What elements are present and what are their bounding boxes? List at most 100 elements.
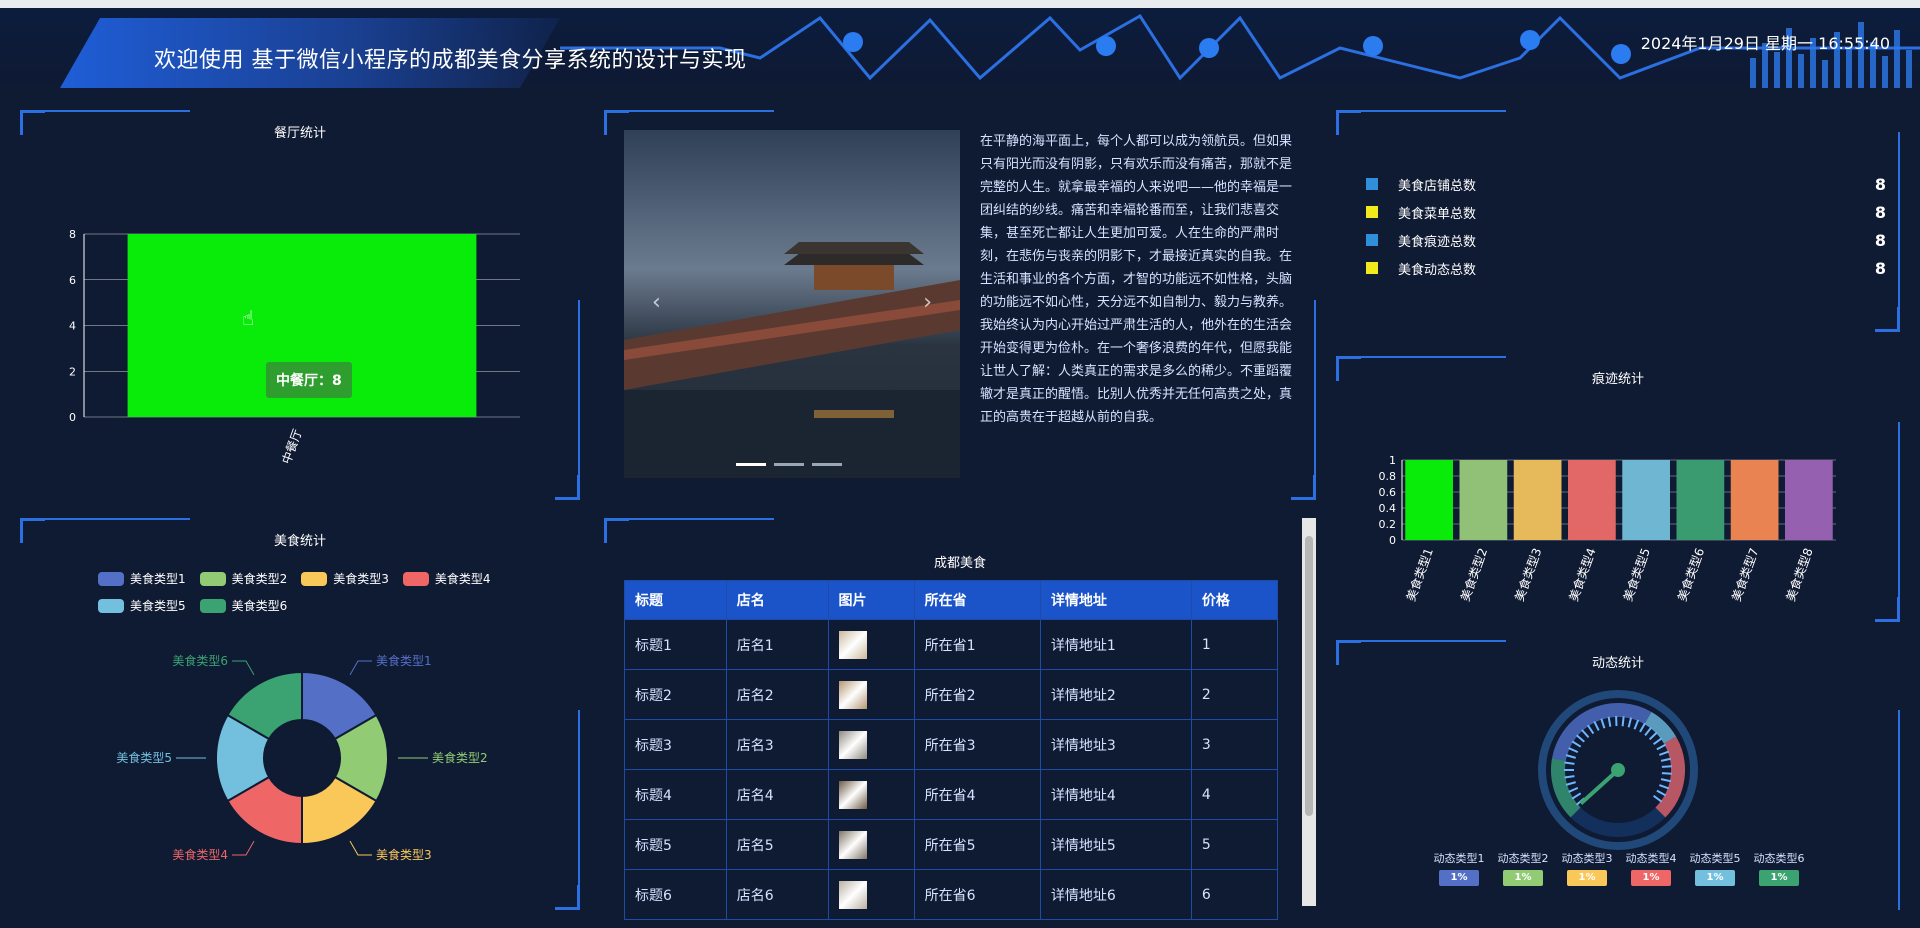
- gauge-legend-label: 动态类型1: [1433, 852, 1485, 865]
- gauge-tick: [1659, 750, 1670, 756]
- table-cell: 详情地址6: [1039, 869, 1192, 920]
- food-thumbnail[interactable]: [838, 730, 867, 759]
- food-thumbnail[interactable]: [838, 780, 867, 809]
- bar: [1730, 460, 1779, 540]
- cursor-hand-icon: ☝: [242, 306, 255, 330]
- table-header-row: 标题 店名 图片 所在省 详情地址 价格: [624, 580, 1279, 620]
- gauge-segment: [1552, 703, 1652, 762]
- carousel-next-icon[interactable]: ›: [923, 290, 932, 315]
- slice-label: 美食类型3: [376, 847, 432, 862]
- x-tick-label: 中餐厅: [278, 427, 304, 466]
- label-line: [349, 840, 372, 856]
- totals-list: 美食店铺总数 8 美食菜单总数 8 美食痕迹总数 8 美食动态总数 8: [1366, 170, 1886, 282]
- gauge-value-pill: 1%: [1503, 870, 1543, 886]
- table-row[interactable]: 标题3 店名3 所在省3 详情地址3 3: [624, 719, 1279, 770]
- gauge-tick: [1660, 757, 1672, 762]
- table-cell: 详情地址4: [1039, 769, 1192, 820]
- gauge-tick: [1564, 775, 1575, 779]
- table-cell: 店名1: [725, 619, 829, 670]
- gauge-tick: [1607, 716, 1612, 727]
- gauge-legend-item: 动态类型1 1%: [1432, 850, 1486, 886]
- carousel-panel: ‹ › 在平静的海平面上，每个人都可以成为领航员。但如果只有阳光而没有阴影，只有…: [604, 110, 1316, 500]
- table-cell: 标题4: [624, 769, 727, 820]
- column-header: 详情地址: [1039, 580, 1192, 620]
- chart-tooltip: 中餐厅：8: [266, 362, 352, 398]
- carousel-image[interactable]: ‹ ›: [624, 130, 960, 478]
- carousel-dot[interactable]: [736, 463, 766, 466]
- gauge-tick: [1568, 786, 1579, 793]
- total-row: 美食店铺总数 8: [1366, 170, 1886, 198]
- table-panel: 成都美食 标题 店名 图片 所在省 详情地址 价格 标题1 店名1 所在省1 详情地址1 1 标题2…: [604, 518, 1316, 920]
- carousel-dot[interactable]: [812, 463, 842, 466]
- total-color-marker: [1366, 262, 1378, 274]
- gauge-tick: [1639, 722, 1646, 733]
- food-thumbnail[interactable]: [838, 680, 867, 709]
- gauge-tick: [1571, 792, 1582, 800]
- table-cell: 4: [1190, 769, 1279, 820]
- food-panel: 美食统计 美食类型1 美食类型2 美食类型3 美食类型4 美食类型5 美食类型6 美食类型…: [20, 518, 580, 910]
- y-tick-label: 0.2: [1379, 518, 1397, 531]
- x-tick-label: 美食类型7: [1728, 546, 1761, 603]
- gauge-tick: [1659, 784, 1670, 790]
- column-header: 标题: [624, 580, 727, 620]
- food-thumbnail[interactable]: [838, 880, 867, 909]
- frame-line: [604, 110, 774, 112]
- gauge-tick: [1564, 761, 1575, 765]
- food-chart: 美食类型1 美食类型2 美食类型3 美食类型4 美食类型5 美食类型6: [116, 653, 487, 862]
- carousel-dot[interactable]: [774, 463, 804, 466]
- image-cell: [827, 719, 915, 770]
- label-line: [232, 840, 255, 856]
- total-value: 8: [1874, 174, 1886, 194]
- gauge-tick: [1600, 718, 1606, 729]
- label-line: [349, 660, 372, 676]
- table-cell: 6: [1190, 869, 1279, 920]
- total-color-marker: [1366, 234, 1378, 246]
- table-cell: 所在省3: [913, 719, 1041, 770]
- food-thumbnail[interactable]: [838, 630, 867, 659]
- total-value: 8: [1874, 202, 1886, 222]
- food-thumbnail[interactable]: [838, 830, 867, 859]
- total-row: 美食菜单总数 8: [1366, 198, 1886, 226]
- x-tick-label: 美食类型8: [1783, 546, 1816, 603]
- gauge-value-pill: 1%: [1631, 870, 1671, 886]
- table-row[interactable]: 标题1 店名1 所在省1 详情地址1 1: [624, 619, 1279, 670]
- carousel-prev-icon[interactable]: ‹: [652, 290, 661, 315]
- gauge-legend-label: 动态类型2: [1497, 852, 1549, 865]
- datetime: 2024年1月29日 星期一 16:55:40: [1640, 34, 1890, 53]
- table-cell: 2: [1190, 669, 1279, 720]
- bar: [1513, 460, 1562, 540]
- gauge-value-pill: 1%: [1695, 870, 1735, 886]
- table-cell: 店名5: [725, 819, 829, 870]
- gauge-legend-item: 动态类型5 1%: [1688, 850, 1742, 886]
- x-tick-label: 美食类型4: [1566, 546, 1599, 603]
- total-label: 美食痕迹总数: [1398, 234, 1477, 250]
- table-row[interactable]: 标题6 店名6 所在省6 详情地址6 6: [624, 869, 1279, 920]
- gauge-value-pill: 1%: [1439, 870, 1479, 886]
- gauge-tick: [1660, 778, 1672, 783]
- bar: [1405, 460, 1453, 540]
- x-tick-label: 美食类型6: [1674, 546, 1707, 603]
- frame-corner: [1875, 307, 1900, 332]
- total-color-marker: [1366, 178, 1378, 190]
- gauge-value-pill: 1%: [1567, 870, 1607, 886]
- y-tick-label: 0.4: [1379, 502, 1397, 515]
- gauge-value-pill: 1%: [1759, 870, 1799, 886]
- scrollbar-thumb[interactable]: [1305, 536, 1313, 816]
- gauge-tick: [1648, 731, 1658, 741]
- gauge-tick: [1565, 781, 1576, 786]
- label-line: [232, 660, 255, 676]
- table-title: 成都美食: [933, 556, 986, 571]
- table-cell: 标题1: [624, 619, 727, 670]
- restaurant-chart: 0 2 4 6 8 中餐厅: [69, 228, 520, 466]
- table-scrollbar[interactable]: [1302, 518, 1316, 906]
- table-cell: 详情地址5: [1039, 819, 1192, 870]
- table-row[interactable]: 标题4 店名4 所在省4 详情地址4 4: [624, 769, 1279, 820]
- table-row[interactable]: 标题5 店名5 所在省5 详情地址5 5: [624, 819, 1279, 870]
- frame-corner: [1336, 110, 1361, 135]
- table-row[interactable]: 标题2 店名2 所在省2 详情地址2 2: [624, 669, 1279, 720]
- trace-panel: 痕迹统计 0 0.2 0.4 0.6 0.8 1 美食类型1 美食类型2 美食类型3 美食类型4 美…: [1336, 356, 1900, 622]
- gauge-legend-label: 动态类型4: [1625, 852, 1677, 865]
- y-tick-label: 8: [69, 228, 76, 241]
- x-tick-label: 美食类型3: [1511, 546, 1544, 603]
- total-color-marker: [1366, 206, 1378, 218]
